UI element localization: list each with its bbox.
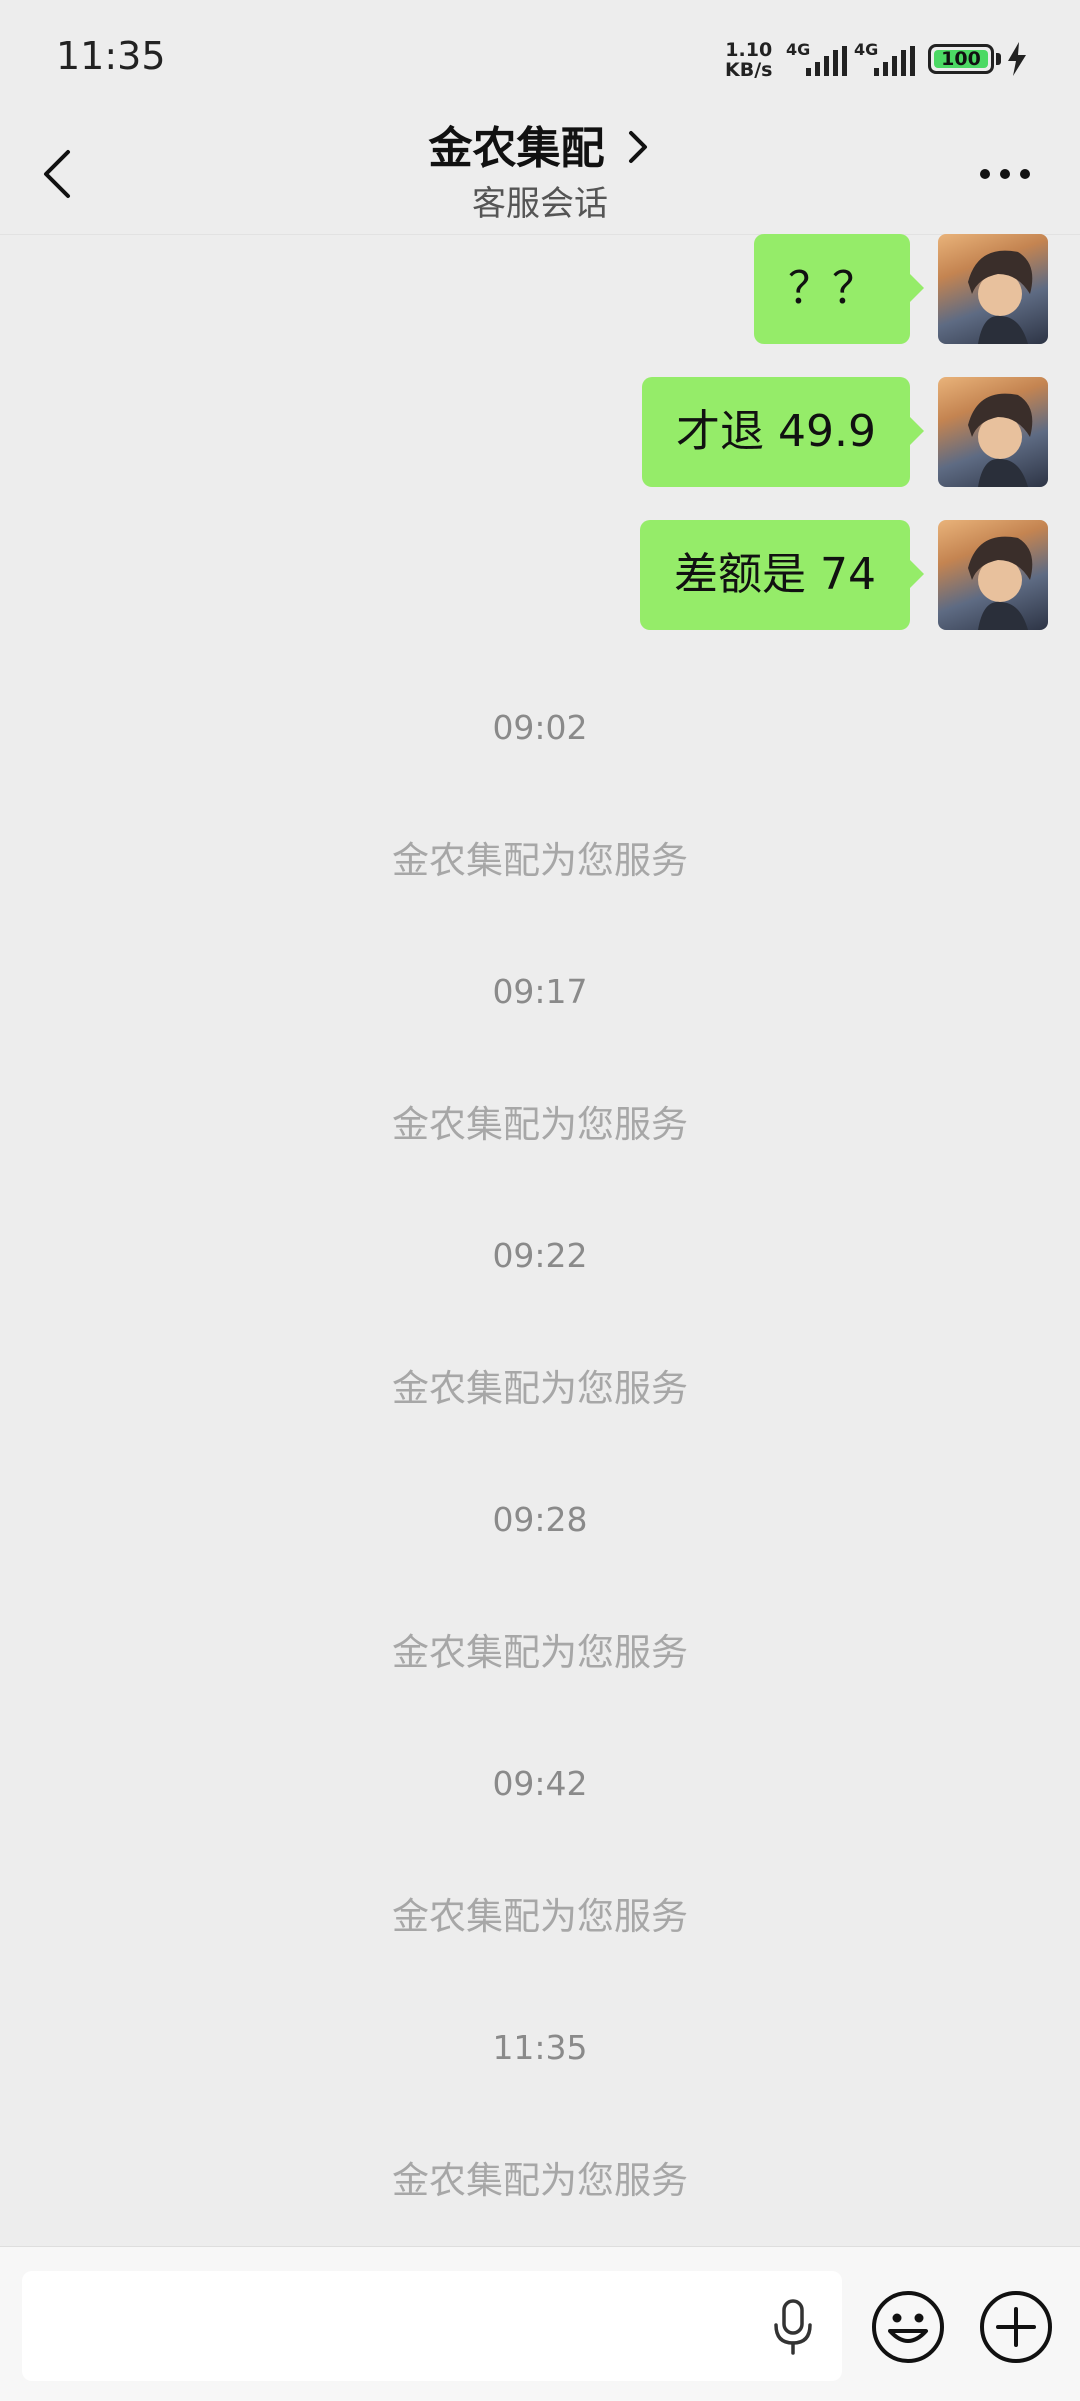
battery-cap	[996, 53, 1001, 65]
message-timestamp: 11:35	[492, 2028, 588, 2067]
charging-bolt-icon	[1008, 42, 1026, 76]
system-notice: 金农集配为您服务	[392, 1103, 688, 1146]
message-bubble[interactable]: 才退 49.9	[642, 377, 924, 487]
message-timestamp: 09:17	[492, 972, 588, 1011]
message-bubble[interactable]: ？？	[754, 234, 924, 344]
system-notice: 金农集配为您服务	[392, 839, 688, 882]
chevron-right-icon	[628, 131, 647, 163]
signal-bars-icon	[806, 46, 847, 76]
sent-message: ？？	[0, 234, 1080, 344]
user-avatar[interactable]	[938, 377, 1048, 487]
chat-message-list[interactable]: ？？ 才退 49.9 差额是 74 09:02 金农集配为您服务 09:17 金…	[0, 234, 1080, 2224]
user-avatar[interactable]	[938, 520, 1048, 630]
message-input-bar	[0, 2246, 1080, 2401]
microphone-icon[interactable]	[770, 2299, 816, 2355]
chat-subtitle: 客服会话	[472, 184, 608, 224]
network-speed-unit: KB/s	[725, 59, 773, 81]
sent-message: 差额是 74	[0, 520, 1080, 630]
add-attachment-icon[interactable]	[978, 2289, 1054, 2365]
message-timestamp: 09:28	[492, 1500, 588, 1539]
sent-message: 才退 49.9	[0, 377, 1080, 487]
network-speed: 1.10 KB/s	[725, 40, 772, 80]
signal-strength-icon-sim1: 4G	[786, 40, 852, 76]
signal-bars-icon	[874, 46, 915, 76]
message-timestamp: 09:22	[492, 1236, 588, 1275]
status-bar: 11:35 1.10 KB/s 4G 4G 100	[0, 0, 1080, 110]
signal-strength-icon-sim2: 4G	[854, 40, 920, 76]
message-bubble[interactable]: 差额是 74	[640, 520, 924, 630]
user-avatar[interactable]	[938, 234, 1048, 344]
message-timestamp: 09:42	[492, 1764, 588, 1803]
battery-level: 100	[934, 50, 988, 69]
network-speed-value: 1.10	[725, 39, 773, 61]
more-options-icon[interactable]	[975, 162, 1035, 186]
emoji-icon[interactable]	[870, 2289, 946, 2365]
chat-header: 金农集配 客服会话	[0, 110, 1080, 235]
chat-title: 金农集配	[428, 123, 605, 174]
message-input[interactable]	[22, 2271, 842, 2381]
system-notice: 金农集配为您服务	[392, 1895, 688, 1938]
chat-title-button[interactable]: 金农集配	[0, 112, 1080, 176]
battery-icon: 100	[928, 44, 994, 74]
system-notice: 金农集配为您服务	[392, 1367, 688, 1410]
system-notice: 金农集配为您服务	[392, 1631, 688, 1674]
status-time: 11:35	[56, 34, 166, 78]
system-notice: 金农集配为您服务	[392, 2159, 688, 2202]
message-timestamp: 09:02	[492, 708, 588, 747]
